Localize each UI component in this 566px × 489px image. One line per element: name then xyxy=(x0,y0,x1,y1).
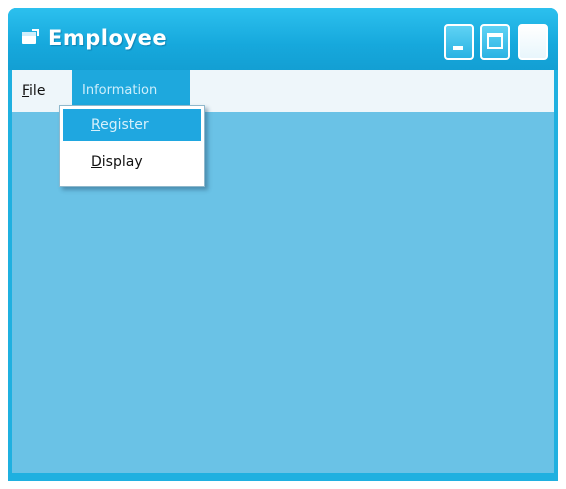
information-dropdown: Register Display xyxy=(59,105,205,187)
display-mnemonic: D xyxy=(91,154,102,170)
employee-window: Employee File Information xyxy=(8,8,558,481)
menu-file-rest: ile xyxy=(29,83,46,99)
window-title: Employee xyxy=(48,26,168,50)
display-rest: isplay xyxy=(101,154,143,170)
app-window-icon xyxy=(20,28,40,48)
title-bar[interactable]: Employee xyxy=(8,8,558,70)
minimize-button[interactable] xyxy=(444,24,474,60)
menu-item-register[interactable]: Register xyxy=(63,109,201,141)
close-button[interactable] xyxy=(518,24,548,60)
register-mnemonic: R xyxy=(91,117,101,133)
menu-file[interactable]: File xyxy=(16,70,51,112)
maximize-button[interactable] xyxy=(480,24,510,60)
menu-item-display[interactable]: Display xyxy=(63,146,201,178)
register-rest: egister xyxy=(100,117,149,133)
menu-file-mnemonic: F xyxy=(22,83,30,99)
